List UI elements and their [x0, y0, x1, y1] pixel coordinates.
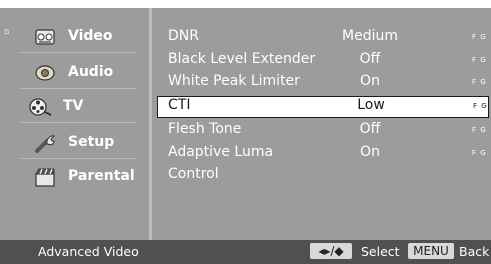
- setting-value: Off: [359, 51, 381, 67]
- menu-panel: G Video Audio TV Setup Parental DNR Medi…: [0, 8, 491, 240]
- setting-row-cti[interactable]: CTI Low F G: [157, 96, 489, 118]
- settings-list: DNR Medium F G Black Level Extender Off …: [152, 8, 491, 240]
- setting-row-dnr[interactable]: DNR Medium F G: [152, 27, 491, 49]
- setting-label: Flesh Tone: [168, 121, 242, 137]
- setting-value: On: [360, 144, 380, 160]
- clapperboard-icon: [35, 168, 55, 187]
- sidebar-divider: [20, 52, 137, 53]
- select-hint: Select: [361, 244, 400, 259]
- film-reel-icon: [29, 98, 52, 116]
- setting-row-adaptive-luma[interactable]: Adaptive Luma On F G: [152, 143, 491, 165]
- sidebar-item-label: Video: [68, 28, 113, 44]
- sidebar-item-label: Parental: [68, 168, 135, 184]
- setting-label: DNR: [168, 28, 199, 44]
- setting-row-black-level-extender[interactable]: Black Level Extender Off F G: [152, 50, 491, 72]
- sidebar-divider: [20, 88, 137, 89]
- setting-code: F G: [472, 56, 487, 64]
- setting-code: F G: [472, 78, 487, 86]
- setting-label: White Peak Limiter: [168, 73, 300, 89]
- video-tape-icon: [35, 29, 55, 45]
- sidebar-item-setup[interactable]: Setup: [0, 126, 149, 160]
- navigate-key-hint: ◂▸/◆: [310, 243, 352, 259]
- setting-value: Medium: [342, 28, 398, 44]
- sidebar-item-label: Setup: [68, 134, 115, 150]
- setting-value: Off: [359, 121, 381, 137]
- setting-code: F G: [472, 149, 487, 157]
- sidebar-item-label: Audio: [68, 64, 114, 80]
- setting-row-adaptive-luma-control[interactable]: Control: [152, 165, 491, 187]
- setting-label: Adaptive Luma: [168, 144, 274, 160]
- menu-key-hint: MENU: [408, 243, 454, 259]
- sidebar-item-parental[interactable]: Parental: [0, 160, 149, 194]
- tv-menu-screen: G Video Audio TV Setup Parental DNR Medi…: [0, 0, 491, 264]
- setting-row-white-peak-limiter[interactable]: White Peak Limiter On F G: [152, 72, 491, 94]
- footer-bar: Advanced Video ◂▸/◆ Select MENU Back: [0, 240, 491, 264]
- speaker-icon: [35, 65, 55, 81]
- setting-code: F G: [472, 33, 487, 41]
- active-marker: G: [4, 28, 10, 36]
- wrench-icon: [35, 135, 56, 153]
- menu-title: Advanced Video: [38, 244, 139, 259]
- category-sidebar: G Video Audio TV Setup Parental: [0, 8, 149, 240]
- sidebar-divider: [20, 158, 137, 159]
- setting-code: F G: [472, 126, 487, 134]
- setting-value: On: [360, 73, 380, 89]
- setting-value: Low: [357, 97, 385, 113]
- setting-row-flesh-tone[interactable]: Flesh Tone Off F G: [152, 120, 491, 142]
- setting-label: Control: [168, 166, 219, 182]
- sidebar-item-audio[interactable]: Audio: [0, 56, 149, 90]
- setting-code: F G: [473, 102, 488, 110]
- sidebar-item-video[interactable]: G Video: [0, 20, 149, 54]
- sidebar-divider: [20, 122, 137, 123]
- setting-label: Black Level Extender: [168, 51, 316, 67]
- sidebar-item-tv[interactable]: TV: [0, 90, 149, 124]
- sidebar-item-label: TV: [63, 98, 84, 114]
- setting-label: CTI: [168, 97, 191, 113]
- back-hint: Back: [459, 244, 490, 259]
